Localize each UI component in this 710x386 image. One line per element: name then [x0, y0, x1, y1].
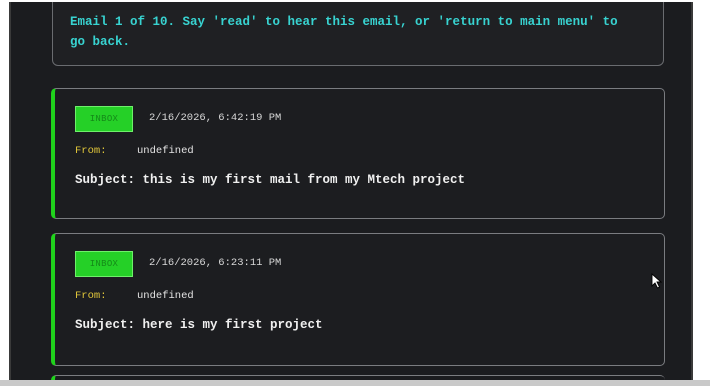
email-card[interactable]: INBOX 2/16/2026, 6:23:11 PM From: undefi…	[51, 233, 665, 366]
email-subject: Subject: this is my first mail from my M…	[75, 173, 466, 187]
from-value: undefined	[137, 290, 194, 302]
email-subject: Subject: here is my first project	[75, 318, 323, 332]
voice-instruction-text: Email 1 of 10. Say 'read' to hear this e…	[70, 15, 626, 49]
email-timestamp: 2/16/2026, 6:23:11 PM	[149, 257, 282, 269]
email-client-screen: Email 1 of 10. Say 'read' to hear this e…	[9, 2, 693, 380]
voice-instruction-panel: Email 1 of 10. Say 'read' to hear this e…	[52, 2, 664, 66]
email-card[interactable]: INBOX 2/16/2026, 6:42:19 PM From: undefi…	[51, 88, 665, 219]
from-value: undefined	[137, 145, 194, 157]
from-label: From:	[75, 290, 107, 302]
folder-badge: INBOX	[75, 106, 133, 132]
email-timestamp: 2/16/2026, 6:42:19 PM	[149, 112, 282, 124]
mouse-pointer-icon	[651, 272, 663, 293]
from-label: From:	[75, 145, 107, 157]
folder-badge: INBOX	[75, 251, 133, 277]
bottom-edge	[0, 380, 710, 386]
